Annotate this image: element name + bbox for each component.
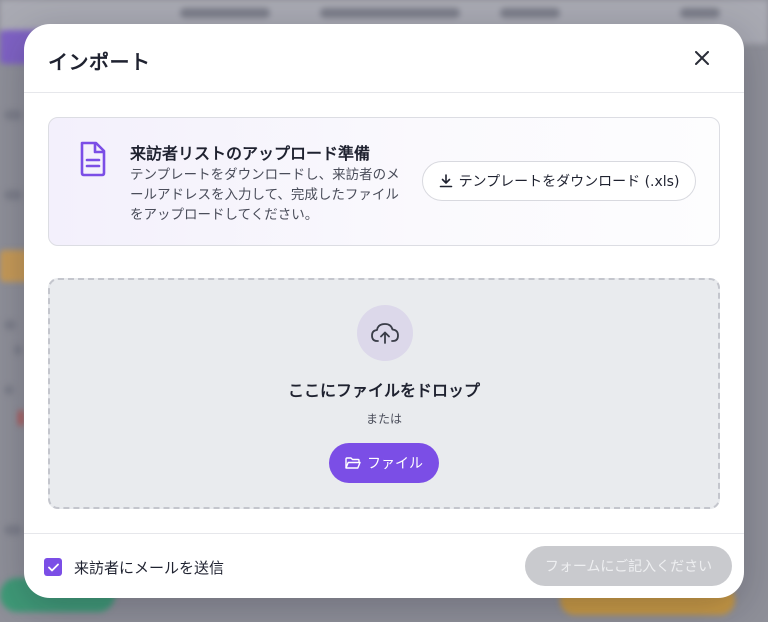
background-line (4, 525, 22, 535)
background-line (680, 8, 720, 18)
background-line (4, 190, 22, 200)
modal-footer: 来訪者にメールを送信 フォームにご記入ください (24, 533, 744, 598)
cloud-upload-icon (371, 323, 399, 344)
background-line (320, 8, 460, 18)
close-button[interactable] (692, 48, 712, 68)
send-email-label[interactable]: 来訪者にメールを送信 (74, 557, 224, 578)
select-file-button[interactable]: ファイル (329, 443, 439, 483)
download-button-label: テンプレートをダウンロード (.xls) (458, 174, 680, 190)
import-modal: インポート 来訪者リストのアップロード準備 テンプレートをダウンロードし、来訪者… (24, 24, 744, 598)
background-line (180, 8, 270, 18)
modal-header: インポート (24, 24, 744, 93)
background-line (500, 8, 560, 18)
background-line (4, 110, 22, 120)
send-email-checkbox[interactable] (44, 558, 62, 576)
document-icon (80, 141, 106, 177)
file-dropzone[interactable]: ここにファイルをドロップ または ファイル (48, 278, 720, 509)
template-info-card: 来訪者リストのアップロード準備 テンプレートをダウンロードし、来訪者のメールアド… (48, 117, 720, 246)
folder-open-icon (345, 456, 361, 469)
background-line (4, 385, 14, 395)
close-icon (695, 51, 709, 65)
file-button-label: ファイル (367, 456, 423, 472)
upload-icon-circle (357, 305, 413, 361)
dropzone-title: ここにファイルをドロップ (287, 381, 480, 400)
card-description: テンプレートをダウンロードし、来訪者のメールアドレスを入力して、完成したファイル… (130, 167, 400, 223)
card-title: 来訪者リストのアップロード準備 (130, 144, 371, 163)
background-line (14, 345, 22, 355)
submit-button[interactable]: フォームにご記入ください (525, 546, 732, 586)
dropzone-or-text: または (365, 412, 402, 426)
modal-title: インポート (48, 50, 151, 74)
background-line (4, 320, 16, 330)
download-template-button[interactable]: テンプレートをダウンロード (.xls) (422, 161, 696, 201)
checkmark-icon (47, 563, 59, 571)
download-icon (439, 174, 452, 188)
